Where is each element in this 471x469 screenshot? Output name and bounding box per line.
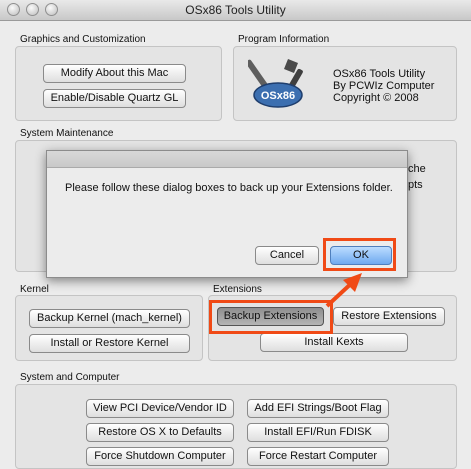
callout-arrow-icon bbox=[325, 273, 362, 308]
app-window: OSx86 Tools Utility Graphics and Customi… bbox=[0, 0, 471, 469]
